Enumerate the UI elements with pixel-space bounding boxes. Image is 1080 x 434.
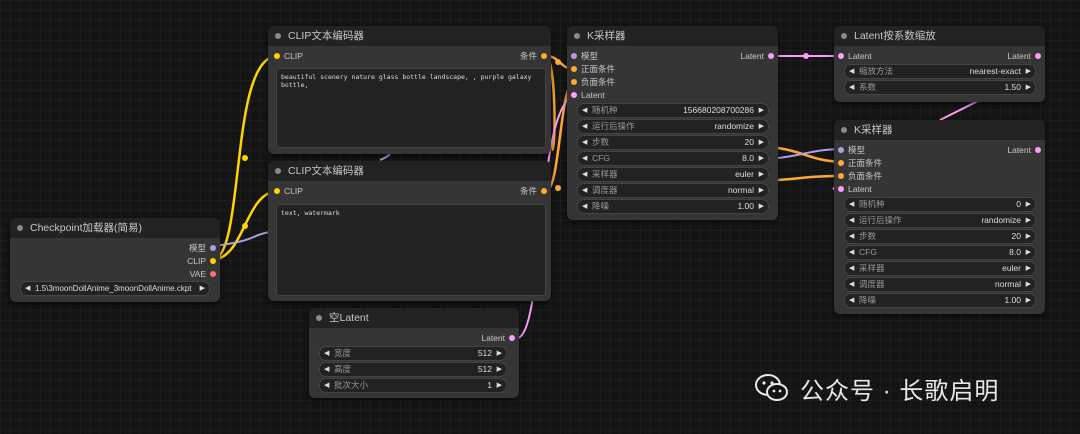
control-after-generate-widget[interactable]: ◀ 运行后操作 randomize ▶ [844,213,1036,228]
upscale-method-widget[interactable]: ◀ 缩放方法 nearest-exact ▶ [844,64,1036,79]
node-title: K采样器 [567,26,778,46]
input-latent[interactable]: Latent [838,183,872,195]
seed-widget[interactable]: ◀ 随机种 0 ▶ [844,197,1036,212]
input-negative[interactable]: 负面条件 [571,76,615,88]
clip-text-encoder-node[interactable]: CLIP文本编码器 CLIP 条件 beautiful scenery natu… [268,26,551,154]
output-vae[interactable]: VAE [190,268,216,280]
cfg-widget[interactable]: ◀ CFG 8.0 ▶ [844,245,1036,260]
node-title: CLIP文本编码器 [268,26,551,46]
watermark-text: 公众号 · 长歌启明 [800,377,1000,405]
scale-by-widget[interactable]: ◀ 系数 1.50 ▶ [844,80,1036,95]
seed-widget[interactable]: ◀ 随机种 156680208700286 ▶ [577,103,769,118]
input-negative[interactable]: 负面条件 [838,170,882,182]
steps-widget[interactable]: ◀ 步数 20 ▶ [577,135,769,150]
node-title: Latent按系数缩放 [834,26,1045,46]
node-title: 空Latent [309,308,519,328]
prompt-textarea[interactable]: text, watermark [276,204,546,296]
ksampler-node[interactable]: K采样器 模型 正面条件 负面条件 Latent Latent ◀ 随机种 0 ▶ ◀… [834,120,1045,314]
node-title: CLIP文本编码器 [268,161,551,181]
input-latent[interactable]: Latent [838,50,872,62]
steps-widget[interactable]: ◀ 步数 20 ▶ [844,229,1036,244]
input-positive[interactable]: 正面条件 [571,63,615,75]
output-clip[interactable]: CLIP [187,255,216,267]
output-conditioning[interactable]: 条件 [520,50,547,62]
checkpoint-loader-node[interactable]: Checkpoint加载器(简易) 模型 CLIP VAE ◀ 1.5\3moon… [10,218,220,302]
width-widget[interactable]: ◀ 宽度 512 ▶ [319,346,507,361]
height-widget[interactable]: ◀ 高度 512 ▶ [319,362,507,377]
batch-size-widget[interactable]: ◀ 批次大小 1 ▶ [319,378,507,393]
sampler-widget[interactable]: ◀ 采样器 euler ▶ [577,167,769,182]
scheduler-widget[interactable]: ◀ 调度器 normal ▶ [577,183,769,198]
scheduler-widget[interactable]: ◀ 调度器 normal ▶ [844,277,1036,292]
node-title: K采样器 [834,120,1045,140]
output-latent[interactable]: Latent [740,50,774,62]
control-after-generate-widget[interactable]: ◀ 运行后操作 randomize ▶ [577,119,769,134]
clip-text-encoder-node[interactable]: CLIP文本编码器 CLIP 条件 text, watermark [268,161,551,301]
empty-latent-node[interactable]: 空Latent Latent ◀ 宽度 512 ▶ ◀ 高度 512 ▶ ◀ 批次大小 1 ▶ [309,308,519,398]
watermark: 公众号 · 长歌启明 [752,368,999,408]
prompt-textarea[interactable]: beautiful scenery nature glass bottle la… [276,68,546,148]
input-model[interactable]: 模型 [838,144,865,156]
ckpt-name-select[interactable]: ◀ 1.5\3moonDollAnime_3moonDollAnime.ckpt ▶ [20,281,210,296]
input-clip[interactable]: CLIP [274,185,303,197]
wechat-icon [755,374,788,401]
output-latent[interactable]: Latent [1007,144,1041,156]
cfg-widget[interactable]: ◀ CFG 8.0 ▶ [577,151,769,166]
output-latent[interactable]: Latent [481,332,515,344]
output-conditioning[interactable]: 条件 [520,185,547,197]
input-clip[interactable]: CLIP [274,50,303,62]
output-model[interactable]: 模型 [189,242,216,254]
denoise-widget[interactable]: ◀ 降噪 1.00 ▶ [844,293,1036,308]
latent-upscale-node[interactable]: Latent按系数缩放 Latent Latent ◀ 缩放方法 nearest-e… [834,26,1045,102]
input-positive[interactable]: 正面条件 [838,157,882,169]
denoise-widget[interactable]: ◀ 降噪 1.00 ▶ [577,199,769,214]
output-latent[interactable]: Latent [1007,50,1041,62]
node-title: Checkpoint加载器(简易) [10,218,220,238]
input-latent[interactable]: Latent [571,89,605,101]
sampler-widget[interactable]: ◀ 采样器 euler ▶ [844,261,1036,276]
ksampler-node[interactable]: K采样器 模型 正面条件 负面条件 Latent Latent ◀ 随机种 1566… [567,26,778,220]
input-model[interactable]: 模型 [571,50,598,62]
